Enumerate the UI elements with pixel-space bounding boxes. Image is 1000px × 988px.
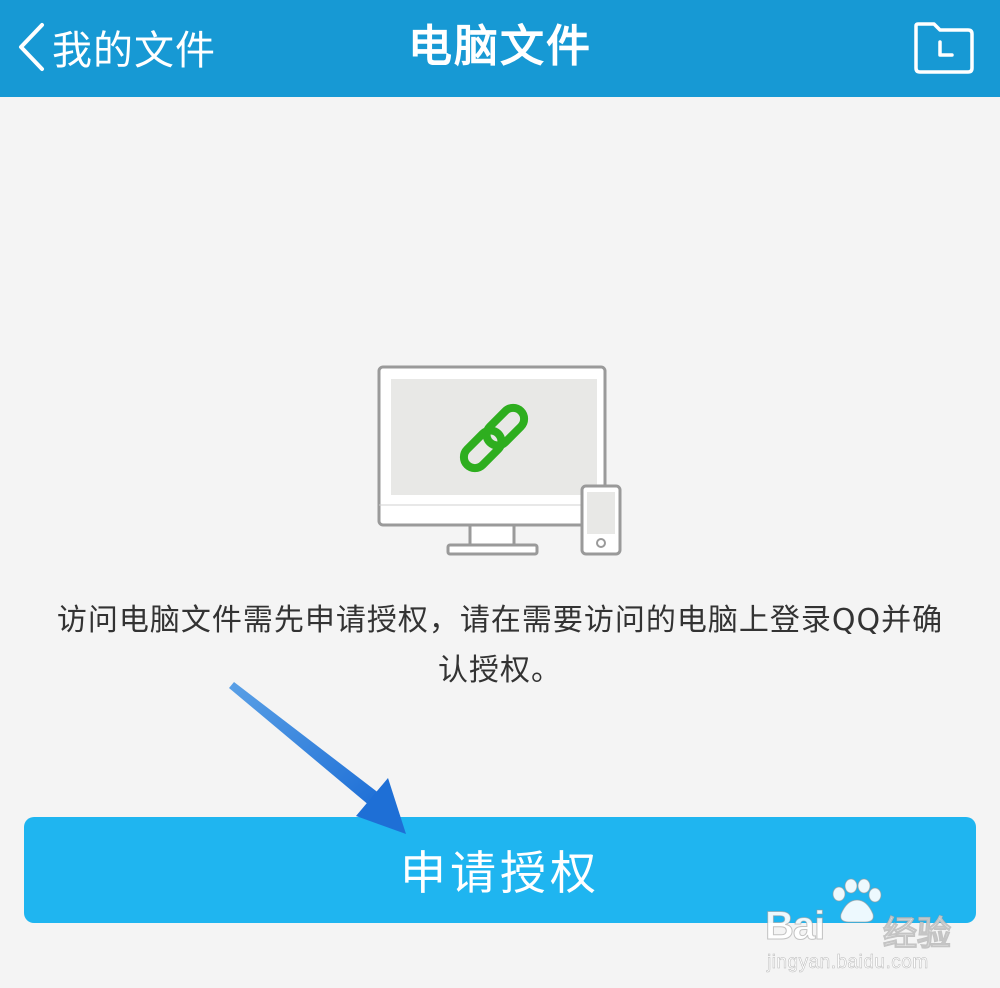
screen: 我的文件 电脑文件 访问电脑文件需先申请授权，请在需要访问的电脑上登录QQ并确 … xyxy=(0,0,1000,988)
folder-clock-icon xyxy=(910,17,978,75)
watermark-url: jingyan.baidu.com xyxy=(767,952,929,974)
message-line-2: 认授权。 xyxy=(438,653,562,688)
file-history-button[interactable] xyxy=(910,17,978,75)
apply-authorization-button[interactable]: 申请授权 xyxy=(24,817,976,923)
page-title: 电脑文件 xyxy=(408,21,592,72)
navigation-bar: 我的文件 电脑文件 xyxy=(0,0,1000,97)
authorization-message: 访问电脑文件需先申请授权，请在需要访问的电脑上登录QQ并确 认授权。 xyxy=(30,596,970,696)
back-button[interactable]: 我的文件 xyxy=(16,14,216,80)
computer-phone-link-icon xyxy=(370,360,630,560)
chevron-left-icon xyxy=(16,22,46,72)
back-button-label: 我的文件 xyxy=(52,28,216,74)
message-line-1: 访问电脑文件需先申请授权，请在需要访问的电脑上登录QQ并确 xyxy=(56,603,944,638)
